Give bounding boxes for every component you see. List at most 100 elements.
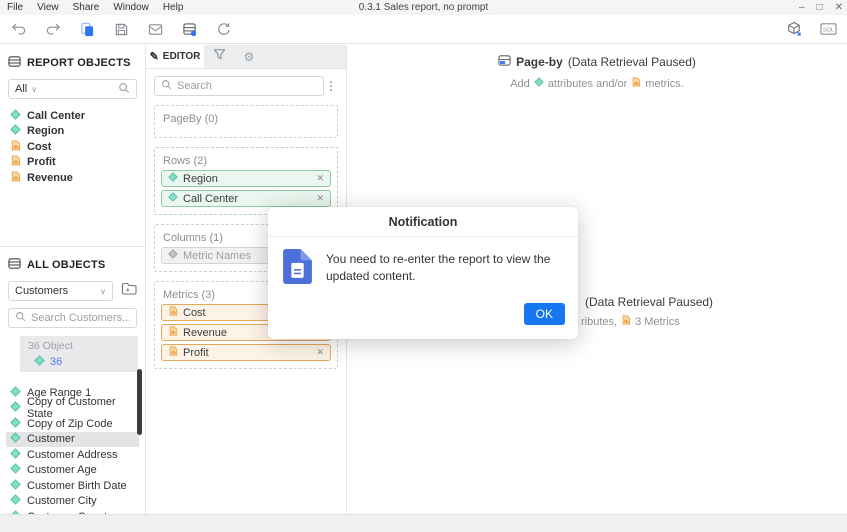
metric-icon <box>10 171 21 185</box>
list-item-customer-city[interactable]: Customer City <box>6 494 139 510</box>
undo-button[interactable] <box>6 18 32 40</box>
metric-icon <box>10 155 21 169</box>
metric-names-icon <box>168 249 178 262</box>
metric-icon <box>10 140 21 154</box>
ok-button[interactable]: OK <box>524 303 565 325</box>
attribute-icon <box>534 77 544 90</box>
save-button[interactable] <box>108 18 134 40</box>
attribute-icon <box>168 172 178 185</box>
paste-icon <box>80 22 95 37</box>
rows-drop-zone[interactable]: Rows (2) Region ✕ Call Center ✕ <box>154 147 338 215</box>
hint-text: metrics. <box>645 78 684 90</box>
list-item-customer-address[interactable]: Customer Address <box>6 447 139 463</box>
all-objects-section: ALL OBJECTS Customers ∨ 36 Object <box>0 247 145 514</box>
chevron-down-icon: ∨ <box>31 85 37 94</box>
metric-icon <box>168 326 178 339</box>
list-item-customer[interactable]: Customer <box>6 432 139 448</box>
list-item-customer-age[interactable]: Customer Age <box>6 463 139 479</box>
pageby-drop-zone[interactable]: PageBy (0) <box>154 105 338 138</box>
undo-icon <box>11 22 27 36</box>
all-objects-search-input[interactable] <box>31 312 130 324</box>
dialog-message: You need to re-enter the report to view … <box>326 249 562 289</box>
chip-region[interactable]: Region ✕ <box>161 170 331 187</box>
view-sql-button[interactable]: SQL <box>815 18 841 40</box>
cube-explore-button[interactable] <box>781 18 807 40</box>
refresh-icon <box>216 22 231 37</box>
pageby-placeholder: Page-by (Data Retrieval Paused) Add attr… <box>347 45 847 90</box>
pageby-zone-label: PageBy (0) <box>163 113 331 125</box>
rows-zone-label: Rows (2) <box>163 155 331 167</box>
report-objects-filter-select[interactable]: All ∨ <box>8 79 137 99</box>
hint-text: attributes and/or <box>548 78 628 90</box>
menu-file[interactable]: File <box>0 2 30 13</box>
remove-chip-icon[interactable]: ✕ <box>316 193 324 204</box>
chip-label: Profit <box>183 347 209 359</box>
tab-settings[interactable]: ⚙ <box>234 45 264 68</box>
redo-button[interactable] <box>40 18 66 40</box>
minimize-button[interactable]: – <box>799 2 805 13</box>
object-count-label: 36 Object <box>28 340 138 352</box>
metric-icon <box>168 306 178 319</box>
all-objects-list: Age Range 1 Copy of Customer State Copy … <box>8 385 137 525</box>
kebab-menu[interactable]: ⋮ <box>324 79 338 93</box>
all-objects-search[interactable] <box>8 308 137 328</box>
save-icon <box>114 22 129 37</box>
attribute-icon <box>10 448 21 462</box>
redo-icon <box>45 22 61 36</box>
object-label: Revenue <box>27 172 73 184</box>
search-icon <box>118 82 130 97</box>
menu-window[interactable]: Window <box>106 2 156 13</box>
stack-icon <box>8 257 21 273</box>
folder-value: Customers <box>15 285 68 297</box>
report-object-profit[interactable]: Profit <box>8 155 137 171</box>
list-item-label: Customer Birth Date <box>27 480 127 492</box>
all-objects-folder-select[interactable]: Customers ∨ <box>8 281 113 301</box>
chevron-down-icon: ∨ <box>100 287 106 296</box>
maximize-button[interactable]: □ <box>817 2 823 13</box>
tab-filter[interactable] <box>204 45 234 68</box>
remove-chip-icon[interactable]: ✕ <box>316 173 324 184</box>
pageby-hint: Add attributes and/or metrics. <box>347 77 847 90</box>
report-object-revenue[interactable]: Revenue <box>8 170 137 186</box>
hint-text: ributes, <box>581 316 617 328</box>
search-icon <box>15 309 26 327</box>
cube-icon <box>786 21 802 37</box>
chip-call-center[interactable]: Call Center ✕ <box>161 190 331 207</box>
metric-icon <box>621 315 631 328</box>
send-button[interactable] <box>142 18 168 40</box>
report-objects-title: REPORT OBJECTS <box>27 57 131 69</box>
browse-folder-button[interactable] <box>121 282 137 301</box>
close-button[interactable]: ✕ <box>835 2 843 13</box>
tab-editor[interactable]: ✎ EDITOR <box>146 45 204 68</box>
svg-text:SQL: SQL <box>822 27 833 33</box>
report-object-call-center[interactable]: Call Center <box>8 108 137 124</box>
menu-view[interactable]: View <box>30 2 66 13</box>
object-label: Profit <box>27 156 56 168</box>
data-source-button[interactable] <box>176 18 202 40</box>
paste-button[interactable] <box>74 18 100 40</box>
menu-help[interactable]: Help <box>156 2 191 13</box>
remove-chip-icon[interactable]: ✕ <box>316 347 324 358</box>
database-icon <box>182 22 197 37</box>
chip-profit[interactable]: Profit ✕ <box>161 344 331 361</box>
gear-icon: ⚙ <box>244 50 255 64</box>
list-item-label: Copy of Zip Code <box>27 418 113 430</box>
report-object-cost[interactable]: Cost <box>8 139 137 155</box>
all-objects-title: ALL OBJECTS <box>27 259 105 271</box>
editor-search-input[interactable] <box>177 80 317 92</box>
editor-search[interactable] <box>154 76 324 96</box>
refresh-button[interactable] <box>210 18 236 40</box>
menu-share[interactable]: Share <box>66 2 107 13</box>
pageby-status: (Data Retrieval Paused) <box>568 55 696 69</box>
scrollbar-thumb[interactable] <box>137 369 142 435</box>
object-count-card[interactable]: 36 Object 36 <box>20 336 138 372</box>
tab-editor-label: EDITOR <box>163 51 201 62</box>
report-object-region[interactable]: Region <box>8 124 137 140</box>
object-label: Call Center <box>27 110 85 122</box>
list-item-copy-customer-state[interactable]: Copy of Customer State <box>6 401 139 417</box>
list-item-label: Customer City <box>27 495 97 507</box>
app-window: 0.3.1 Sales report, no prompt File View … <box>0 0 847 532</box>
list-item-customer-birth-date[interactable]: Customer Birth Date <box>6 478 139 494</box>
pageby-title: Page-by <box>516 55 563 69</box>
attribute-icon <box>10 494 21 508</box>
